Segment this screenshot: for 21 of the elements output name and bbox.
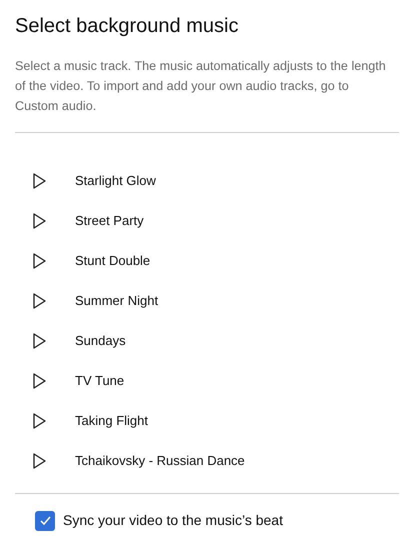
play-icon[interactable]	[33, 293, 46, 309]
play-icon[interactable]	[33, 373, 46, 389]
dialog-title: Select background music	[15, 14, 238, 39]
description-text: Select a music track. The music automatically adjusts to the length of the video. To import and add your own audio tracks, go to Custom audio.	[15, 58, 387, 115]
play-icon[interactable]	[33, 173, 46, 189]
play-icon[interactable]	[33, 253, 46, 269]
track-name[interactable]: Sundays	[75, 331, 126, 351]
track-name[interactable]: TV Tune	[75, 371, 124, 391]
track-name[interactable]: Starlight Glow	[75, 171, 156, 191]
track-name[interactable]: Summer Night	[75, 291, 158, 311]
track-name[interactable]: Tchaikovsky - Russian Dance	[75, 451, 245, 471]
play-icon[interactable]	[33, 453, 46, 469]
sync-label: Sync your video to the music’s beat	[63, 511, 283, 530]
play-icon[interactable]	[33, 413, 46, 429]
track-name[interactable]: Street Party	[75, 211, 144, 231]
check-icon	[38, 514, 52, 527]
sync-checkbox[interactable]	[35, 510, 55, 530]
play-icon[interactable]	[33, 333, 46, 349]
track-name[interactable]: Taking Flight	[75, 411, 148, 431]
play-icon[interactable]	[33, 213, 46, 229]
track-name[interactable]: Stunt Double	[75, 251, 150, 271]
